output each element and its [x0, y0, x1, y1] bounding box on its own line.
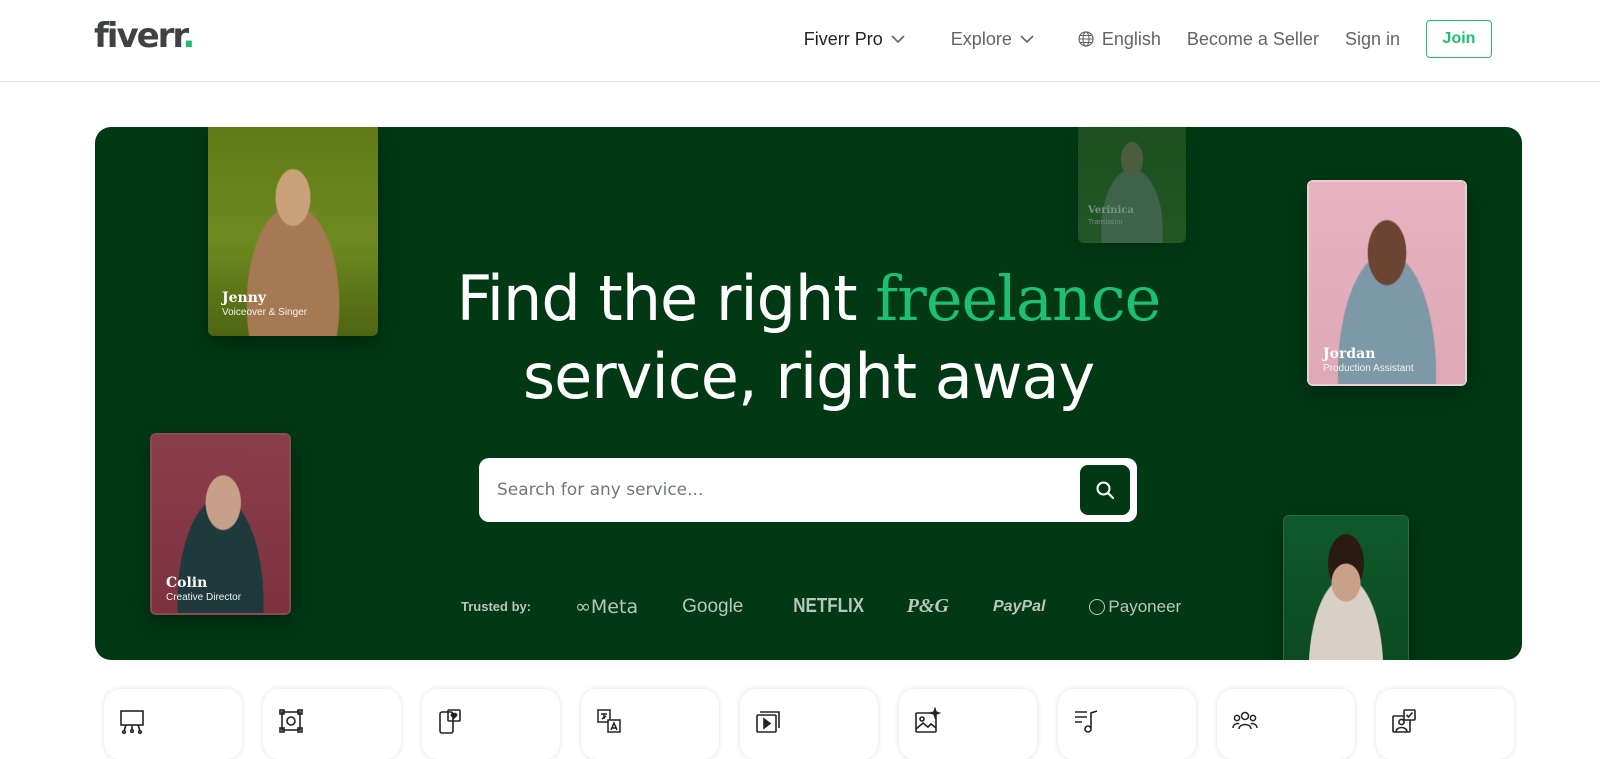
- language-selector[interactable]: English: [1078, 29, 1161, 50]
- trusted-by-row: Trusted by: ∞Meta Google NETFLIX P&G Pay…: [461, 595, 1181, 618]
- portrait-icon: [1390, 707, 1418, 735]
- freelancer-card-unnamed: [1283, 515, 1409, 660]
- category-tile[interactable]: [899, 689, 1037, 759]
- freelancer-card-colin: Colin Creative Director: [150, 433, 291, 615]
- logo-design-icon: [277, 707, 305, 735]
- search-bar: [479, 458, 1137, 522]
- fiverr-logo[interactable]: fiverr.: [94, 16, 195, 56]
- headline-text: Find the right: [456, 262, 876, 335]
- freelancer-photo: [1284, 516, 1408, 660]
- logo-dot: .: [182, 16, 195, 56]
- meta-logo: ∞Meta: [575, 595, 639, 618]
- category-tile[interactable]: [1217, 689, 1355, 759]
- music-icon: [1072, 707, 1100, 735]
- category-tile[interactable]: [740, 689, 878, 759]
- category-tile[interactable]: [581, 689, 719, 759]
- site-header: fiverr. Fiverr Pro Explore English Becom…: [0, 0, 1600, 82]
- fiverr-pro-label: Fiverr Pro: [803, 28, 883, 49]
- freelancer-role: Translation: [1088, 219, 1123, 226]
- freelancer-card-verinica: Verinica Translation: [1078, 127, 1186, 243]
- category-row: [104, 689, 1514, 759]
- freelancer-name: Verinica: [1088, 205, 1134, 216]
- netflix-logo: NETFLIX: [793, 595, 865, 617]
- logo-text: fiverr: [94, 16, 184, 56]
- mobile-app-icon: [436, 707, 464, 735]
- meta-logo-text: Meta: [590, 595, 639, 618]
- freelancer-role: Creative Director: [166, 592, 242, 603]
- payoneer-logo-text: Payoneer: [1108, 596, 1182, 616]
- payoneer-logo: Payoneer: [1089, 597, 1181, 617]
- category-tile[interactable]: [104, 689, 242, 759]
- explore-menu[interactable]: Explore: [951, 29, 1034, 50]
- category-tile[interactable]: [263, 689, 401, 759]
- paypal-logo: PayPal: [992, 597, 1046, 615]
- translation-icon: [595, 707, 623, 735]
- freelancer-name: Colin: [166, 575, 208, 591]
- presentation-icon: [118, 707, 146, 735]
- category-tile[interactable]: [1058, 689, 1196, 759]
- become-seller-link[interactable]: Become a Seller: [1187, 29, 1319, 50]
- language-label: English: [1101, 28, 1161, 49]
- team-icon: [1231, 707, 1259, 735]
- hero-headline: Find the right freelance service, right …: [95, 260, 1522, 416]
- headline-text-line2: service, right away: [522, 340, 1095, 413]
- category-tile[interactable]: [1376, 689, 1514, 759]
- explore-label: Explore: [950, 28, 1012, 49]
- search-input[interactable]: [497, 472, 1067, 508]
- google-logo: Google: [682, 595, 744, 617]
- sign-in-link[interactable]: Sign in: [1345, 29, 1400, 50]
- ai-image-icon: [913, 706, 942, 735]
- payoneer-ring-icon: [1089, 598, 1106, 615]
- search-icon: [1095, 480, 1115, 500]
- chevron-down-icon: [891, 34, 905, 44]
- category-tile[interactable]: [422, 689, 560, 759]
- globe-icon: [1078, 31, 1094, 47]
- headline-accent: freelance: [875, 262, 1161, 335]
- top-nav: Fiverr Pro Explore English Become a Sell…: [778, 20, 1492, 58]
- search-button[interactable]: [1080, 465, 1130, 515]
- join-button[interactable]: Join: [1426, 20, 1492, 58]
- fiverr-pro-menu[interactable]: Fiverr Pro: [804, 29, 905, 50]
- hero-banner: Jenny Voiceover & Singer Verinica Transl…: [95, 127, 1522, 660]
- chevron-down-icon: [1020, 34, 1034, 44]
- video-icon: [754, 707, 782, 735]
- trusted-by-label: Trusted by:: [461, 599, 532, 614]
- pg-logo: P&G: [906, 595, 949, 617]
